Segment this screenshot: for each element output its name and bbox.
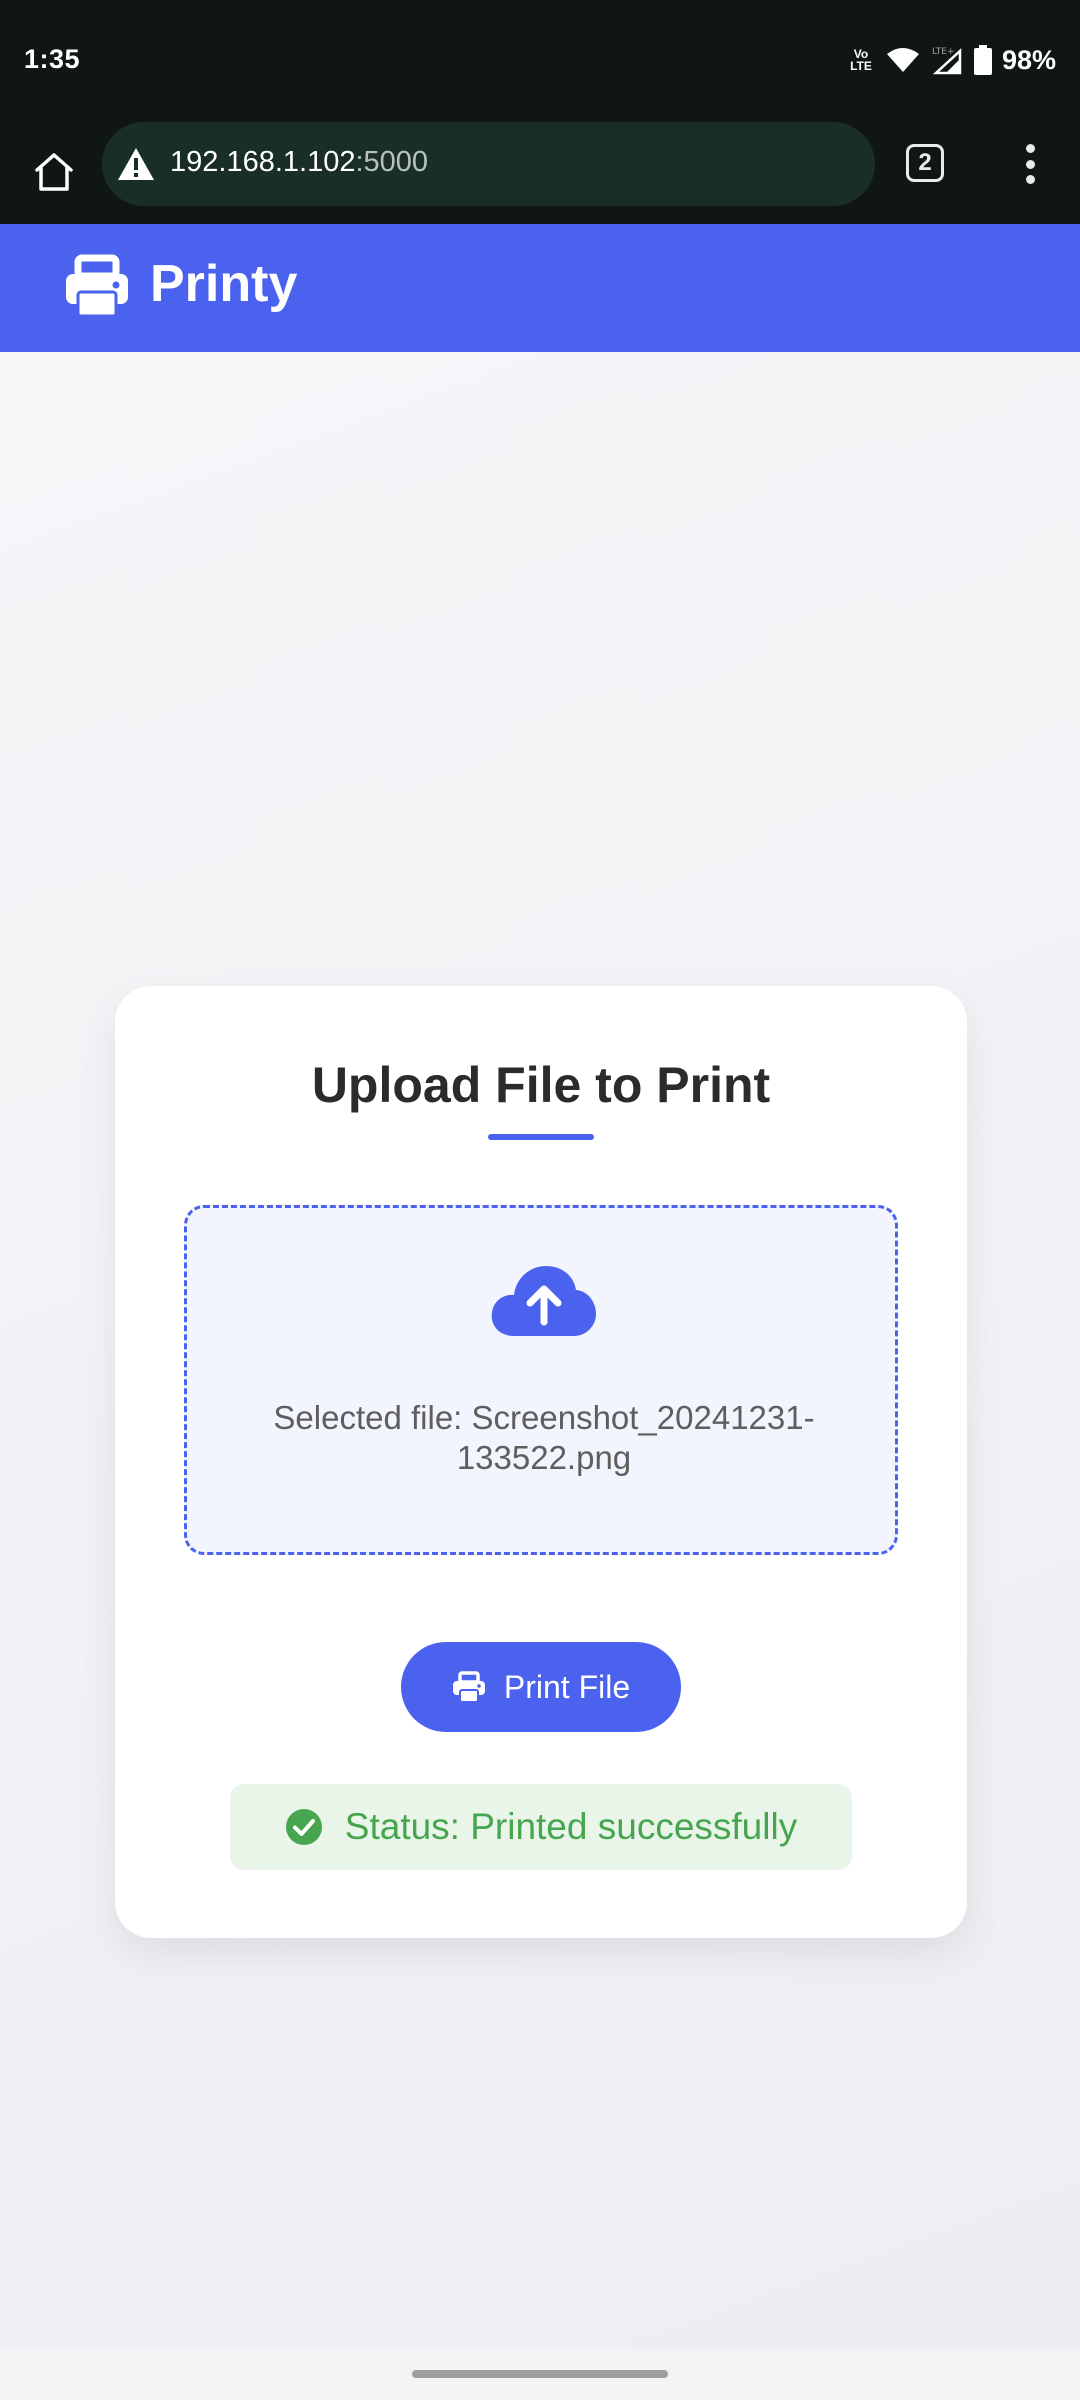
home-icon	[35, 153, 73, 191]
navigation-bar	[0, 2348, 1080, 2400]
app-header: Printy	[0, 224, 1080, 352]
url-port: :5000	[355, 146, 429, 178]
status-bar: 1:35 Vo LTE LTE+ 98%	[0, 0, 1080, 120]
more-menu-icon[interactable]	[1012, 136, 1048, 192]
battery-percentage: 98%	[1001, 44, 1056, 75]
tab-switcher-button[interactable]: 2	[906, 144, 944, 182]
battery-icon	[973, 45, 992, 75]
app-title: Printy	[150, 255, 298, 313]
svg-text:LTE+: LTE+	[932, 47, 955, 57]
url-host: 192.168.1.102	[170, 146, 356, 178]
status-text: Status: Printed successfully	[344, 1806, 798, 1847]
title-underline	[488, 1134, 594, 1140]
url-text[interactable]: 192.168.1.102:5000	[170, 146, 428, 179]
status-icons: Vo LTE LTE+ 98%	[846, 40, 1056, 80]
check-circle-icon	[285, 1809, 322, 1845]
not-secure-warning-icon[interactable]	[116, 146, 156, 182]
home-button[interactable]	[24, 142, 84, 202]
printer-icon	[66, 254, 128, 318]
browser-toolbar: 192.168.1.102:5000 2	[0, 120, 1080, 224]
print-file-button[interactable]: Print File	[401, 1642, 681, 1732]
print-button-label: Print File	[503, 1668, 631, 1705]
wifi-icon	[886, 48, 919, 72]
home-gesture-handle[interactable]	[412, 2370, 668, 2378]
status-time: 1:35	[24, 44, 81, 74]
file-drop-zone[interactable]: Selected file: Screenshot_20241231- 1335…	[184, 1205, 898, 1555]
signal-lte-icon: LTE+	[932, 47, 962, 75]
status-message: Status: Printed successfully	[230, 1784, 852, 1870]
volte-icon: Vo LTE	[850, 47, 872, 73]
printer-icon	[452, 1671, 485, 1703]
page-title: Upload File to Print	[311, 1057, 771, 1113]
cloud-upload-icon	[491, 1266, 596, 1336]
upload-card: Upload File to Print Selected file: Scre…	[115, 986, 967, 1938]
address-bar[interactable]: 192.168.1.102:5000	[102, 122, 875, 206]
selected-file-name: Selected file: Screenshot_20241231- 1335…	[273, 1399, 815, 1476]
